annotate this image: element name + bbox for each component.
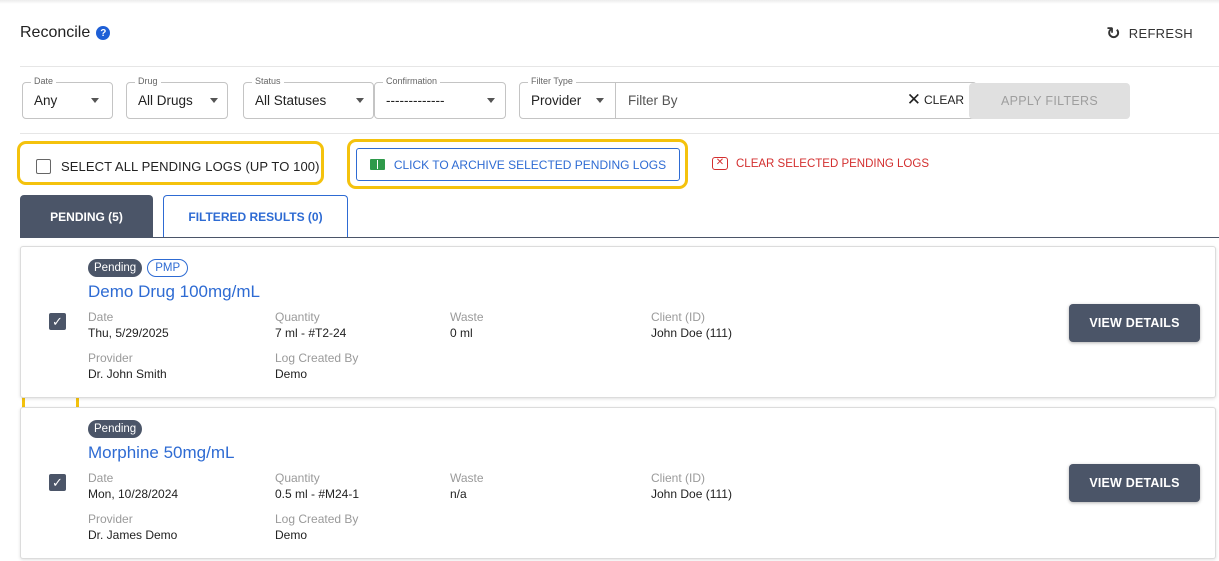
checkbox-empty-icon[interactable]	[36, 159, 51, 174]
filter-type-select-label: Filter Type	[528, 76, 576, 87]
client-label: Client (ID)	[651, 310, 706, 324]
log-checkbox[interactable]: ✓	[49, 313, 66, 330]
filter-type-select[interactable]: Filter Type Provider	[519, 76, 616, 119]
status-select[interactable]: Status All Statuses	[243, 76, 374, 119]
waste-label: Waste	[450, 310, 484, 324]
client-value: John Doe (111)	[651, 326, 732, 340]
created-by-value: Demo	[275, 528, 308, 542]
clear-selected-label: CLEAR SELECTED PENDING LOGS	[736, 157, 929, 170]
view-details-button[interactable]: VIEW DETAILS	[1069, 304, 1200, 342]
quantity-value: 0.5 ml - #M24-1	[275, 487, 360, 501]
view-details-button[interactable]: VIEW DETAILS	[1069, 464, 1200, 502]
log-card: Pending Morphine 50mg/mL ✓ Date Mon, 10/…	[20, 407, 1216, 559]
date-label: Date	[88, 310, 114, 324]
clear-filter-button[interactable]: ✕ CLEAR	[906, 90, 964, 109]
archive-selected-label: CLICK TO ARCHIVE SELECTED PENDING LOGS	[393, 157, 667, 172]
waste-field: Waste n/a	[450, 471, 484, 502]
created-by-label: Log Created By	[275, 351, 359, 365]
quantity-label: Quantity	[275, 471, 320, 485]
badge-group: Pending	[88, 420, 143, 438]
select-all-checkbox[interactable]: SELECT ALL PENDING LOGS (UP TO 100)	[36, 159, 320, 174]
apply-filters-button[interactable]: APPLY FILTERS	[969, 83, 1130, 119]
date-value: Thu, 5/29/2025	[88, 326, 169, 340]
provider-label: Provider	[88, 351, 133, 365]
clear-selected-button[interactable]: ✕ CLEAR SELECTED PENDING LOGS	[712, 157, 929, 170]
badge-group: Pending PMP	[88, 259, 189, 277]
drug-select[interactable]: Drug All Drugs	[126, 76, 228, 119]
drug-name-link[interactable]: Demo Drug 100mg/mL	[88, 282, 260, 302]
status-select-label: Status	[252, 76, 284, 87]
quantity-field: Quantity 7 ml - #T2-24	[275, 310, 346, 341]
status-select-value: All Statuses	[255, 93, 327, 108]
status-badge: Pending	[88, 259, 143, 277]
tab-underline	[20, 237, 1219, 238]
quantity-label: Quantity	[275, 310, 320, 324]
confirmation-select[interactable]: Confirmation -------------	[374, 76, 506, 119]
page-title: Reconcile	[20, 24, 91, 41]
checkmark-icon: ✓	[52, 313, 63, 329]
waste-field: Waste 0 ml	[450, 310, 484, 341]
client-label: Client (ID)	[651, 471, 706, 485]
refresh-button[interactable]: ↻ REFRESH	[1106, 25, 1193, 42]
filter-by-input[interactable]: Filter By ✕ CLEAR	[616, 82, 977, 119]
tab-pending[interactable]: PENDING (5)	[20, 195, 153, 238]
date-select-label: Date	[31, 76, 57, 87]
filter-by-placeholder: Filter By	[628, 93, 678, 108]
provider-label: Provider	[88, 512, 133, 526]
created-by-label: Log Created By	[275, 512, 359, 526]
provider-value: Dr. James Demo	[88, 528, 178, 542]
filter-divider	[20, 133, 1219, 134]
chevron-down-icon	[596, 98, 604, 103]
created-by-value: Demo	[275, 367, 308, 381]
archive-selected-button[interactable]: CLICK TO ARCHIVE SELECTED PENDING LOGS	[356, 148, 680, 181]
client-field: Client (ID) John Doe (111)	[651, 471, 732, 502]
refresh-label: REFRESH	[1128, 25, 1193, 41]
quantity-field: Quantity 0.5 ml - #M24-1	[275, 471, 359, 502]
chevron-down-icon	[487, 98, 495, 103]
date-select[interactable]: Date Any	[22, 76, 113, 119]
provider-value: Dr. John Smith	[88, 367, 167, 381]
chevron-down-icon	[356, 98, 364, 103]
refresh-icon: ↻	[1106, 23, 1121, 43]
quantity-value: 7 ml - #T2-24	[275, 326, 347, 340]
log-checkbox[interactable]: ✓	[49, 474, 66, 491]
date-label: Date	[88, 471, 114, 485]
top-shadow	[0, 0, 1219, 4]
clear-filter-label: CLEAR	[923, 93, 964, 107]
drug-select-value: All Drugs	[138, 93, 193, 108]
client-value: John Doe (111)	[651, 487, 732, 501]
header-divider	[20, 66, 1219, 67]
x-square-icon: ✕	[712, 157, 728, 170]
pmp-badge: PMP	[147, 259, 189, 277]
provider-field: Provider Dr. John Smith	[88, 351, 167, 382]
page-header: Reconcile ? ↻ REFRESH	[20, 22, 1193, 44]
chevron-down-icon	[91, 98, 99, 103]
date-field: Date Mon, 10/28/2024	[88, 471, 178, 502]
confirmation-select-label: Confirmation	[383, 76, 441, 87]
date-field: Date Thu, 5/29/2025	[88, 310, 169, 341]
status-badge: Pending	[88, 420, 143, 438]
waste-label: Waste	[450, 471, 484, 485]
help-circle-icon[interactable]: ?	[96, 26, 111, 40]
book-icon	[369, 159, 385, 170]
chevron-down-icon	[210, 98, 218, 103]
created-by-field: Log Created By Demo	[275, 351, 358, 382]
tab-filtered-results[interactable]: FILTERED RESULTS (0)	[163, 195, 348, 238]
close-icon: ✕	[906, 90, 921, 109]
client-field: Client (ID) John Doe (111)	[651, 310, 732, 341]
provider-field: Provider Dr. James Demo	[88, 512, 177, 543]
confirmation-select-value: -------------	[386, 93, 445, 108]
log-card: Pending PMP Demo Drug 100mg/mL ✓ Date Th…	[20, 246, 1216, 398]
date-value: Mon, 10/28/2024	[88, 487, 179, 501]
waste-value: n/a	[450, 487, 467, 501]
checkmark-icon: ✓	[52, 474, 63, 490]
drug-select-label: Drug	[135, 76, 161, 87]
drug-name-link[interactable]: Morphine 50mg/mL	[88, 443, 234, 463]
title-group: Reconcile ?	[20, 24, 111, 42]
date-select-value: Any	[34, 93, 58, 108]
waste-value: 0 ml	[450, 326, 473, 340]
created-by-field: Log Created By Demo	[275, 512, 358, 543]
filter-type-select-value: Provider	[531, 93, 582, 108]
select-all-label: SELECT ALL PENDING LOGS (UP TO 100)	[61, 159, 320, 174]
